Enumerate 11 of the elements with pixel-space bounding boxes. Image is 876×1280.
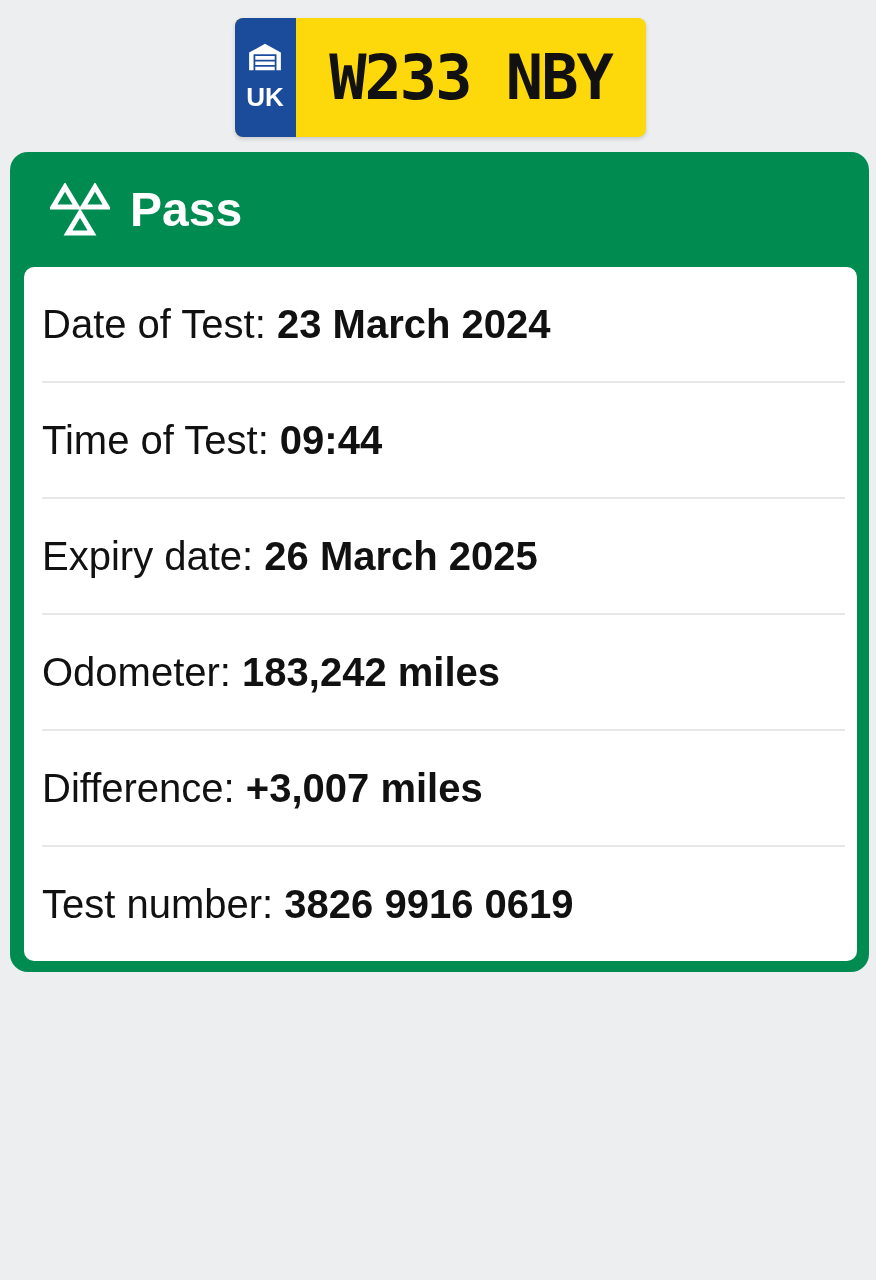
- result-label: Pass: [130, 182, 243, 237]
- detail-text: Odometer: 183,242 miles: [42, 649, 501, 695]
- detail-text: Expiry date: 26 March 2025: [42, 533, 538, 579]
- registration-number: W233 NBY: [328, 40, 614, 116]
- detail-text: Test number: 3826 9916 0619: [42, 881, 574, 927]
- detail-text: Time of Test: 09:44: [42, 417, 383, 463]
- country-code: UK: [246, 82, 284, 113]
- mot-triangles-icon: [50, 182, 110, 237]
- garage-icon: [247, 42, 283, 72]
- detail-text: Difference: +3,007 miles: [42, 765, 483, 811]
- detail-text: Date of Test: 23 March 2024: [42, 301, 551, 347]
